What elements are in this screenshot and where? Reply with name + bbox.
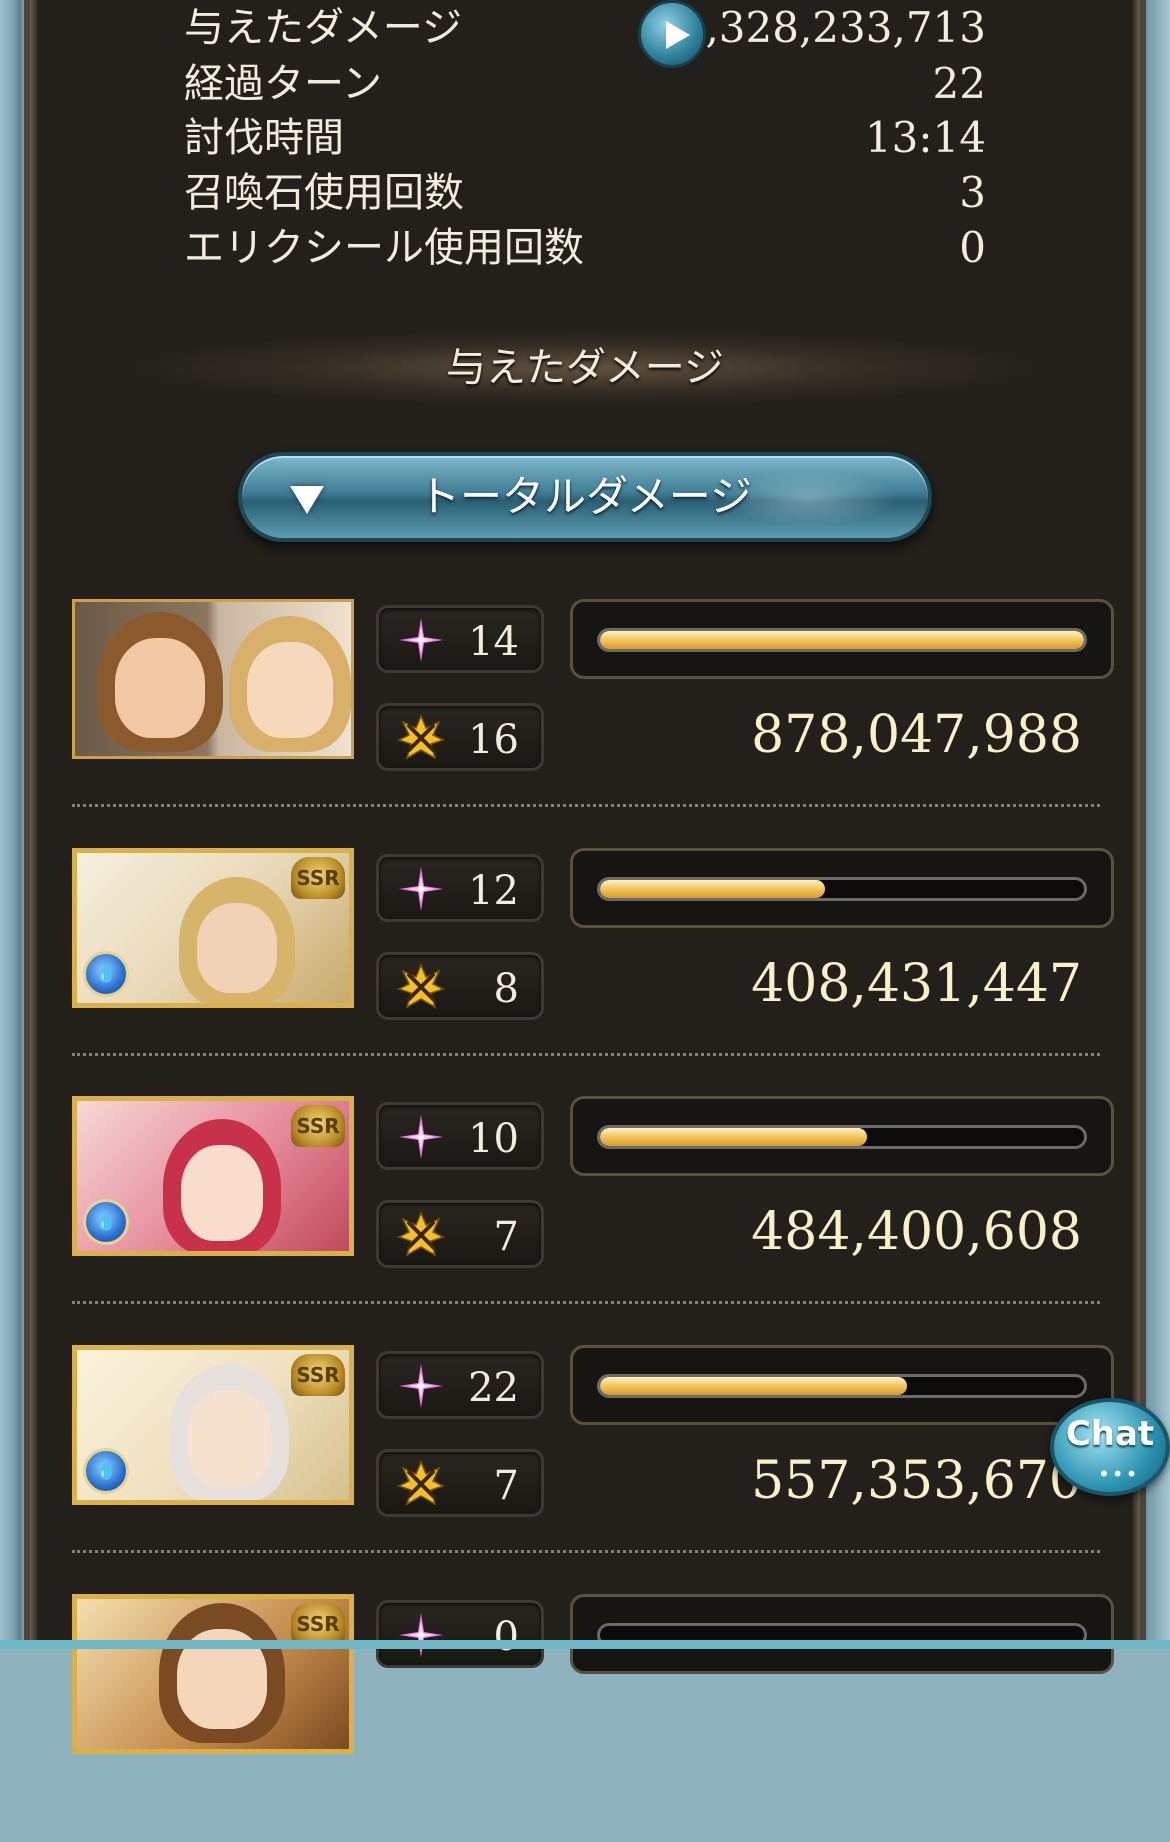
sparkle-icon — [399, 618, 443, 662]
skill-count: 14 — [468, 619, 519, 665]
damage-bar-fill — [600, 880, 826, 898]
damage-bar — [570, 599, 1114, 679]
ssr-badge: SSR — [291, 1105, 345, 1147]
damage-bar-fill — [600, 631, 1084, 649]
summary-elixir-label: エリクシール使用回数 — [184, 225, 584, 271]
sparkle-icon — [399, 1613, 443, 1657]
ougi-count-pill: 8 — [376, 952, 544, 1020]
damage-bar-fill — [600, 1377, 908, 1395]
summary-time-label: 討伐時間 — [184, 115, 344, 161]
portrait-face — [187, 1390, 271, 1488]
summary-turns-value: 22 — [932, 59, 986, 108]
crossed-swords-icon — [397, 963, 445, 1009]
ougi-count: 8 — [493, 966, 519, 1012]
ssr-badge: SSR — [291, 857, 345, 899]
damage-bar-fill — [600, 1128, 868, 1146]
skill-count: 12 — [468, 868, 519, 914]
damage-bar-track — [597, 1374, 1087, 1398]
row-divider — [72, 1301, 1100, 1304]
row-divider — [72, 804, 1100, 807]
damage-bar — [570, 1594, 1114, 1674]
portrait-face — [115, 638, 205, 738]
damage-bar — [570, 848, 1114, 928]
row-divider — [72, 1550, 1100, 1553]
character-row: SSR 0 — [0, 1594, 1170, 1842]
sparkle-icon — [399, 1115, 443, 1159]
summary-turns-label: 経過ターン — [184, 61, 382, 107]
chat-dots: ••• — [1098, 1462, 1140, 1486]
portrait-face — [247, 642, 333, 738]
ssr-badge: SSR — [291, 1354, 345, 1396]
skill-count-pill: 0 — [376, 1600, 544, 1668]
sparkle-icon — [399, 867, 443, 911]
ougi-count: 7 — [493, 1214, 519, 1260]
skill-count-pill: 22 — [376, 1351, 544, 1419]
character-portrait[interactable] — [72, 599, 354, 759]
character-row: SSR 💧 22 7 557,353,670 — [0, 1345, 1170, 1593]
skill-count-pill: 14 — [376, 605, 544, 673]
character-portrait[interactable]: SSR — [72, 1594, 354, 1754]
crossed-swords-icon — [397, 1460, 445, 1506]
summary-summon-value: 3 — [959, 168, 986, 217]
character-portrait[interactable]: SSR 💧 — [72, 848, 354, 1008]
summary-turns-row: 経過ターン 22 — [184, 58, 986, 110]
character-portrait[interactable]: SSR 💧 — [72, 1345, 354, 1505]
water-element-icon: 💧 — [83, 1199, 129, 1245]
character-portrait[interactable]: SSR 💧 — [72, 1096, 354, 1256]
damage-value: 878,047,988 — [751, 705, 1082, 765]
ougi-count-pill: 7 — [376, 1200, 544, 1268]
summary-damage-row: 与えたダメージ 2,328,233,713 — [184, 2, 986, 54]
row-divider — [72, 1053, 1100, 1056]
character-row: SSR 💧 12 8 408,431,447 — [0, 848, 1170, 1096]
summary-summon-label: 召喚石使用回数 — [184, 170, 464, 216]
portrait-face — [181, 1145, 263, 1241]
skill-count: 10 — [468, 1116, 519, 1162]
damage-value: 484,400,608 — [751, 1202, 1082, 1262]
ougi-count-pill: 16 — [376, 703, 544, 771]
summary-elixir-row: エリクシール使用回数 0 — [184, 222, 986, 274]
damage-bar-track — [597, 628, 1087, 652]
skill-count: 22 — [468, 1365, 519, 1411]
character-row: 14 16 878,047,988 — [0, 599, 1170, 847]
summary-summon-row: 召喚石使用回数 3 — [184, 167, 986, 219]
crossed-swords-icon — [397, 714, 445, 760]
damage-value: 557,353,670 — [751, 1451, 1082, 1511]
damage-bar-track — [597, 877, 1087, 901]
damage-bar — [570, 1345, 1114, 1425]
damage-bar-track — [597, 1125, 1087, 1149]
character-row: SSR 💧 10 7 484,400,608 — [0, 1096, 1170, 1344]
damage-type-dropdown[interactable]: トータルダメージ — [238, 452, 932, 542]
summary-time-row: 討伐時間 13:14 — [184, 112, 986, 164]
chat-label: Chat — [1065, 1414, 1155, 1454]
water-element-icon: 💧 — [83, 951, 129, 997]
water-element-icon: 💧 — [83, 1448, 129, 1494]
damage-value: 408,431,447 — [751, 954, 1082, 1014]
summary-damage-label: 与えたダメージ — [184, 5, 462, 51]
bottom-edge — [0, 1640, 1170, 1649]
damage-section-heading: 与えたダメージ — [130, 330, 1040, 406]
portrait-face — [197, 903, 277, 993]
damage-bar — [570, 1096, 1114, 1176]
summary-damage-value: 2,328,233,713 — [678, 3, 986, 52]
skill-count-pill: 12 — [376, 854, 544, 922]
summary-elixir-value: 0 — [959, 223, 986, 272]
skill-count-pill: 10 — [376, 1102, 544, 1170]
skill-count: 0 — [493, 1614, 519, 1660]
chat-button[interactable]: Chat ••• — [1050, 1398, 1170, 1496]
ougi-count: 16 — [468, 717, 519, 763]
crossed-swords-icon — [397, 1211, 445, 1257]
dropdown-label: トータルダメージ — [418, 472, 752, 521]
ougi-count-pill: 7 — [376, 1449, 544, 1517]
ssr-badge: SSR — [291, 1603, 345, 1645]
sparkle-icon — [399, 1364, 443, 1408]
summary-time-value: 13:14 — [864, 113, 986, 162]
ougi-count: 7 — [493, 1463, 519, 1509]
